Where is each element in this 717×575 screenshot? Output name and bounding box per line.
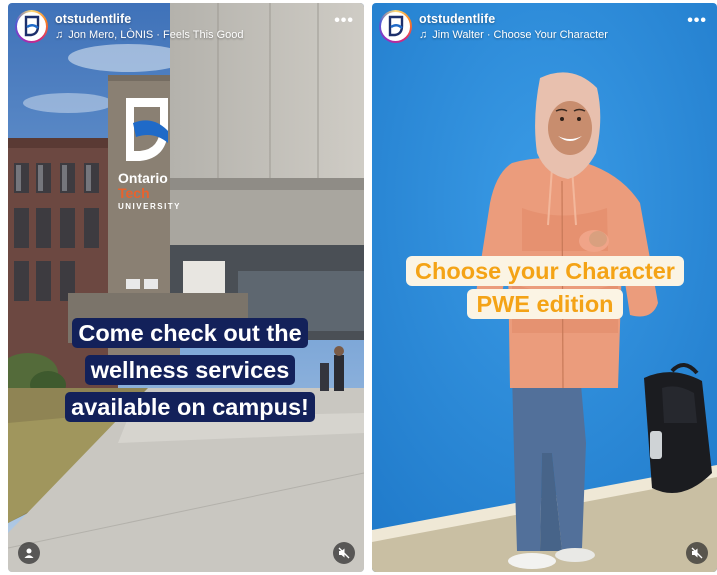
caption-line-1: Choose your Character — [406, 256, 684, 286]
story-header: otstudentlife ♫ Jim Walter · Choose Your… — [379, 10, 707, 50]
music-track-text: Jon Mero, LÒNIS · Feels This Good — [68, 29, 244, 41]
story-caption: Choose your Character PWE edition — [390, 255, 700, 321]
story-panel-character[interactable]: otstudentlife ♫ Jim Walter · Choose Your… — [372, 3, 717, 572]
account-username[interactable]: otstudentlife — [419, 12, 495, 26]
muted-speaker-icon[interactable] — [686, 542, 708, 564]
caption-line-2: PWE edition — [467, 289, 623, 319]
music-label[interactable]: ♫ Jon Mero, LÒNIS · Feels This Good — [55, 29, 244, 41]
more-options-icon[interactable]: ••• — [687, 12, 707, 30]
story-panel-wellness[interactable]: Ontario Tech UNIVERSITY otstudentlife ♫ … — [8, 3, 364, 572]
muted-speaker-icon[interactable] — [333, 542, 355, 564]
building-sign-line1: Ontario — [118, 170, 168, 186]
building-sign: Ontario Tech UNIVERSITY — [118, 171, 181, 211]
music-label[interactable]: ♫ Jim Walter · Choose Your Character — [419, 29, 608, 41]
account-username[interactable]: otstudentlife — [55, 12, 131, 26]
account-avatar[interactable] — [15, 10, 48, 43]
caption-line-3: available on campus! — [65, 392, 315, 422]
building-sign-line2: Tech — [118, 185, 150, 201]
music-track-text: Jim Walter · Choose Your Character — [432, 29, 608, 41]
caption-line-1: Come check out the — [72, 318, 308, 348]
music-note-icon: ♫ — [55, 29, 64, 41]
building-sign-line3: UNIVERSITY — [118, 202, 182, 211]
university-logo-icon — [388, 15, 404, 37]
more-options-icon[interactable]: ••• — [334, 12, 354, 30]
account-avatar[interactable] — [379, 10, 412, 43]
university-logo-icon — [24, 15, 40, 37]
campus-building-photo — [8, 3, 364, 572]
caption-line-2: wellness services — [84, 355, 296, 385]
music-note-icon: ♫ — [419, 29, 428, 41]
story-caption: Come check out the wellness services ava… — [44, 315, 336, 426]
person-tag-icon[interactable] — [18, 542, 40, 564]
story-header: otstudentlife ♫ Jon Mero, LÒNIS · Feels … — [15, 10, 354, 50]
